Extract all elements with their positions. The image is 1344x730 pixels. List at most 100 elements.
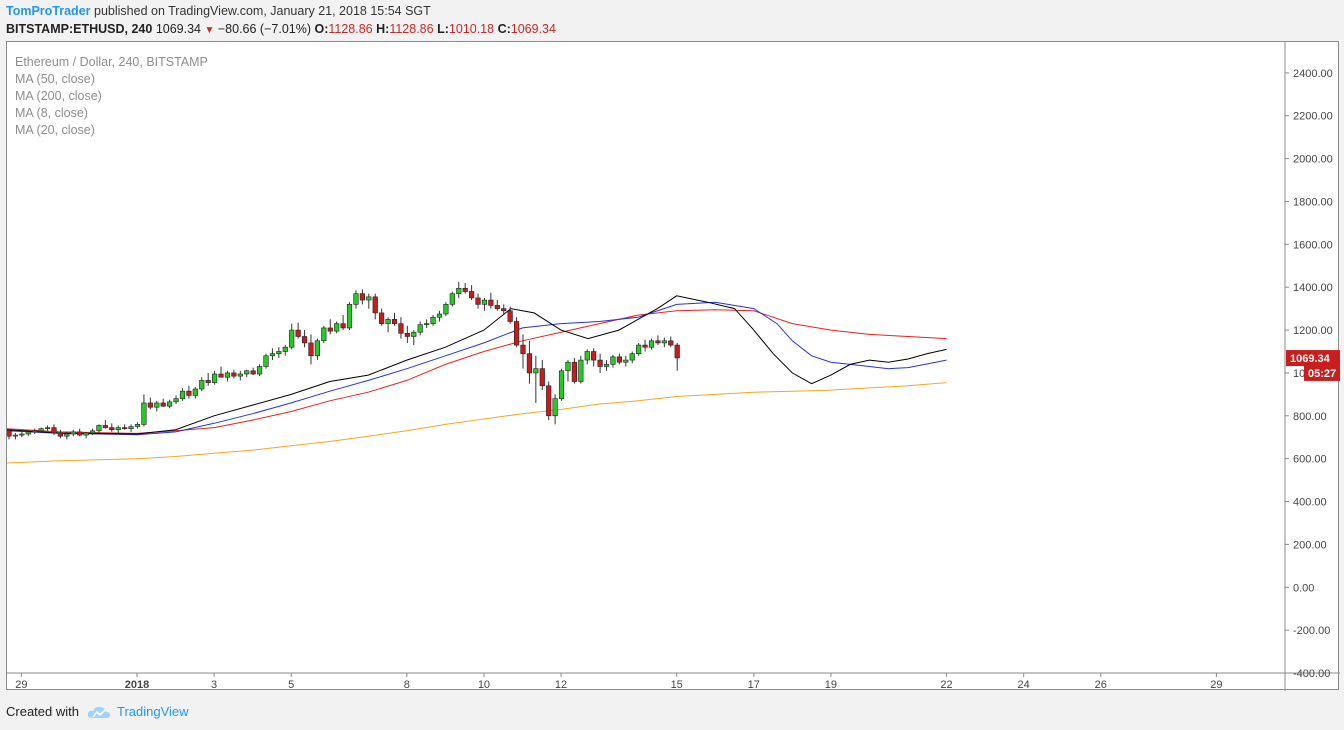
x-tick-label: 12 xyxy=(555,679,567,691)
candle-body xyxy=(70,431,76,435)
candle-body xyxy=(668,340,674,346)
footer: Created with TradingView xyxy=(6,704,189,719)
x-tick-label: 10 xyxy=(478,679,490,691)
candle-body xyxy=(642,344,648,348)
candle-body xyxy=(546,385,552,417)
candle-body xyxy=(12,434,19,437)
candle-body xyxy=(417,324,423,333)
candle-body xyxy=(231,372,237,377)
ma8-line xyxy=(7,295,947,435)
candle-body xyxy=(244,370,250,375)
candle-body xyxy=(353,293,359,305)
candle-body xyxy=(501,308,507,312)
candle-body xyxy=(475,297,481,305)
candle-body xyxy=(346,304,353,329)
candle-body xyxy=(623,359,629,363)
y-tick-label: 800.00 xyxy=(1293,411,1327,423)
candle-body xyxy=(282,346,288,352)
tradingview-cloud-icon xyxy=(87,706,111,718)
chart-panel[interactable]: 2400.00 2200.00 2000.00 1800.00 1600.00 1400.… xyxy=(6,41,1340,691)
y-tick-label: 0.00 xyxy=(1293,582,1314,594)
x-tick-label: 29 xyxy=(1210,679,1222,691)
y-tick-label: 1400.00 xyxy=(1293,282,1333,294)
candle-body xyxy=(109,427,115,431)
candle-body xyxy=(372,296,378,314)
candle-body xyxy=(359,293,365,301)
candle-body xyxy=(398,323,404,334)
candle-body xyxy=(597,359,603,367)
candle-body xyxy=(616,356,622,363)
candle-body xyxy=(83,432,89,436)
candle-body xyxy=(591,351,597,361)
candle-body xyxy=(468,291,475,299)
legend-ma50[interactable]: MA (50, close) xyxy=(15,71,208,88)
y-tick-label: 1600.00 xyxy=(1293,239,1333,251)
candle-body xyxy=(192,388,198,396)
candle-body xyxy=(404,332,410,337)
x-tick-label: 19 xyxy=(825,679,837,691)
candle-body xyxy=(391,319,398,324)
published-text: published on TradingView.com, January 21… xyxy=(94,4,431,18)
candle-body xyxy=(533,368,539,374)
candle-body xyxy=(424,323,430,326)
x-tick-label: 29 xyxy=(15,679,27,691)
candle-body xyxy=(147,402,153,408)
low-value: 1010.18 xyxy=(448,22,495,36)
open-value: 1128.86 xyxy=(328,22,373,36)
chart-legend: Ethereum / Dollar, 240, BITSTAMP MA (50,… xyxy=(15,54,208,139)
candle-body xyxy=(661,340,667,344)
candle-body xyxy=(430,316,436,324)
candle-body xyxy=(340,323,346,329)
y-tick-label: 2000.00 xyxy=(1293,154,1333,166)
legend-title: Ethereum / Dollar, 240, BITSTAMP xyxy=(15,55,208,69)
x-tick-label: 8 xyxy=(404,679,410,691)
candle-body xyxy=(57,432,63,437)
candle-body xyxy=(224,372,231,378)
candle-body xyxy=(449,293,455,305)
candle-body xyxy=(269,353,276,357)
candle-body xyxy=(128,426,134,429)
countdown-label: 05:27 xyxy=(1308,368,1336,380)
low-label: L: xyxy=(437,22,449,36)
author-link[interactable]: TomProTrader xyxy=(6,4,91,18)
candle-body xyxy=(96,425,102,432)
candle-body xyxy=(584,351,590,361)
close-label: C: xyxy=(497,22,511,36)
legend-ma8[interactable]: MA (8, close) xyxy=(15,105,208,122)
candle-body xyxy=(610,356,616,365)
candle-body xyxy=(102,425,108,428)
candle-body xyxy=(141,402,147,425)
open-label: O: xyxy=(314,22,329,36)
legend-ma200[interactable]: MA (200, close) xyxy=(15,88,208,105)
candle-body xyxy=(167,401,173,407)
candle-body xyxy=(115,427,121,431)
candle-body xyxy=(263,355,269,367)
tradingview-link[interactable]: TradingView xyxy=(117,704,189,719)
candle-body xyxy=(366,296,372,301)
candle-body xyxy=(436,313,443,318)
y-tick-label: -400.00 xyxy=(1293,668,1330,680)
candle-body xyxy=(295,329,301,337)
candle-body xyxy=(186,390,192,396)
candle-body xyxy=(64,433,70,437)
last-price-label: 1069.34 xyxy=(1290,353,1331,365)
candle-body xyxy=(520,344,526,354)
legend-ma20[interactable]: MA (20, close) xyxy=(15,122,208,139)
candle-body xyxy=(134,424,141,427)
publish-header: TomProTrader published on TradingView.co… xyxy=(6,4,431,18)
candle-body xyxy=(301,336,308,344)
candle-body xyxy=(7,430,12,437)
symbol-label: BITSTAMP:ETHUSD, 240 xyxy=(6,22,153,36)
candle-body xyxy=(629,353,635,361)
candle-body xyxy=(334,323,340,332)
price-chart[interactable]: 2400.00 2200.00 2000.00 1800.00 1600.00 1400.… xyxy=(7,42,1340,691)
candle-body xyxy=(321,327,327,342)
down-triangle-icon: ▼ xyxy=(204,25,215,36)
ma50-line xyxy=(7,309,947,434)
candle-body xyxy=(173,398,179,403)
y-tick-label: 600.00 xyxy=(1293,454,1327,466)
x-tick-label: 15 xyxy=(671,679,683,691)
candle-body xyxy=(494,305,500,309)
candle-body xyxy=(411,331,417,337)
ma20-line xyxy=(7,301,947,436)
